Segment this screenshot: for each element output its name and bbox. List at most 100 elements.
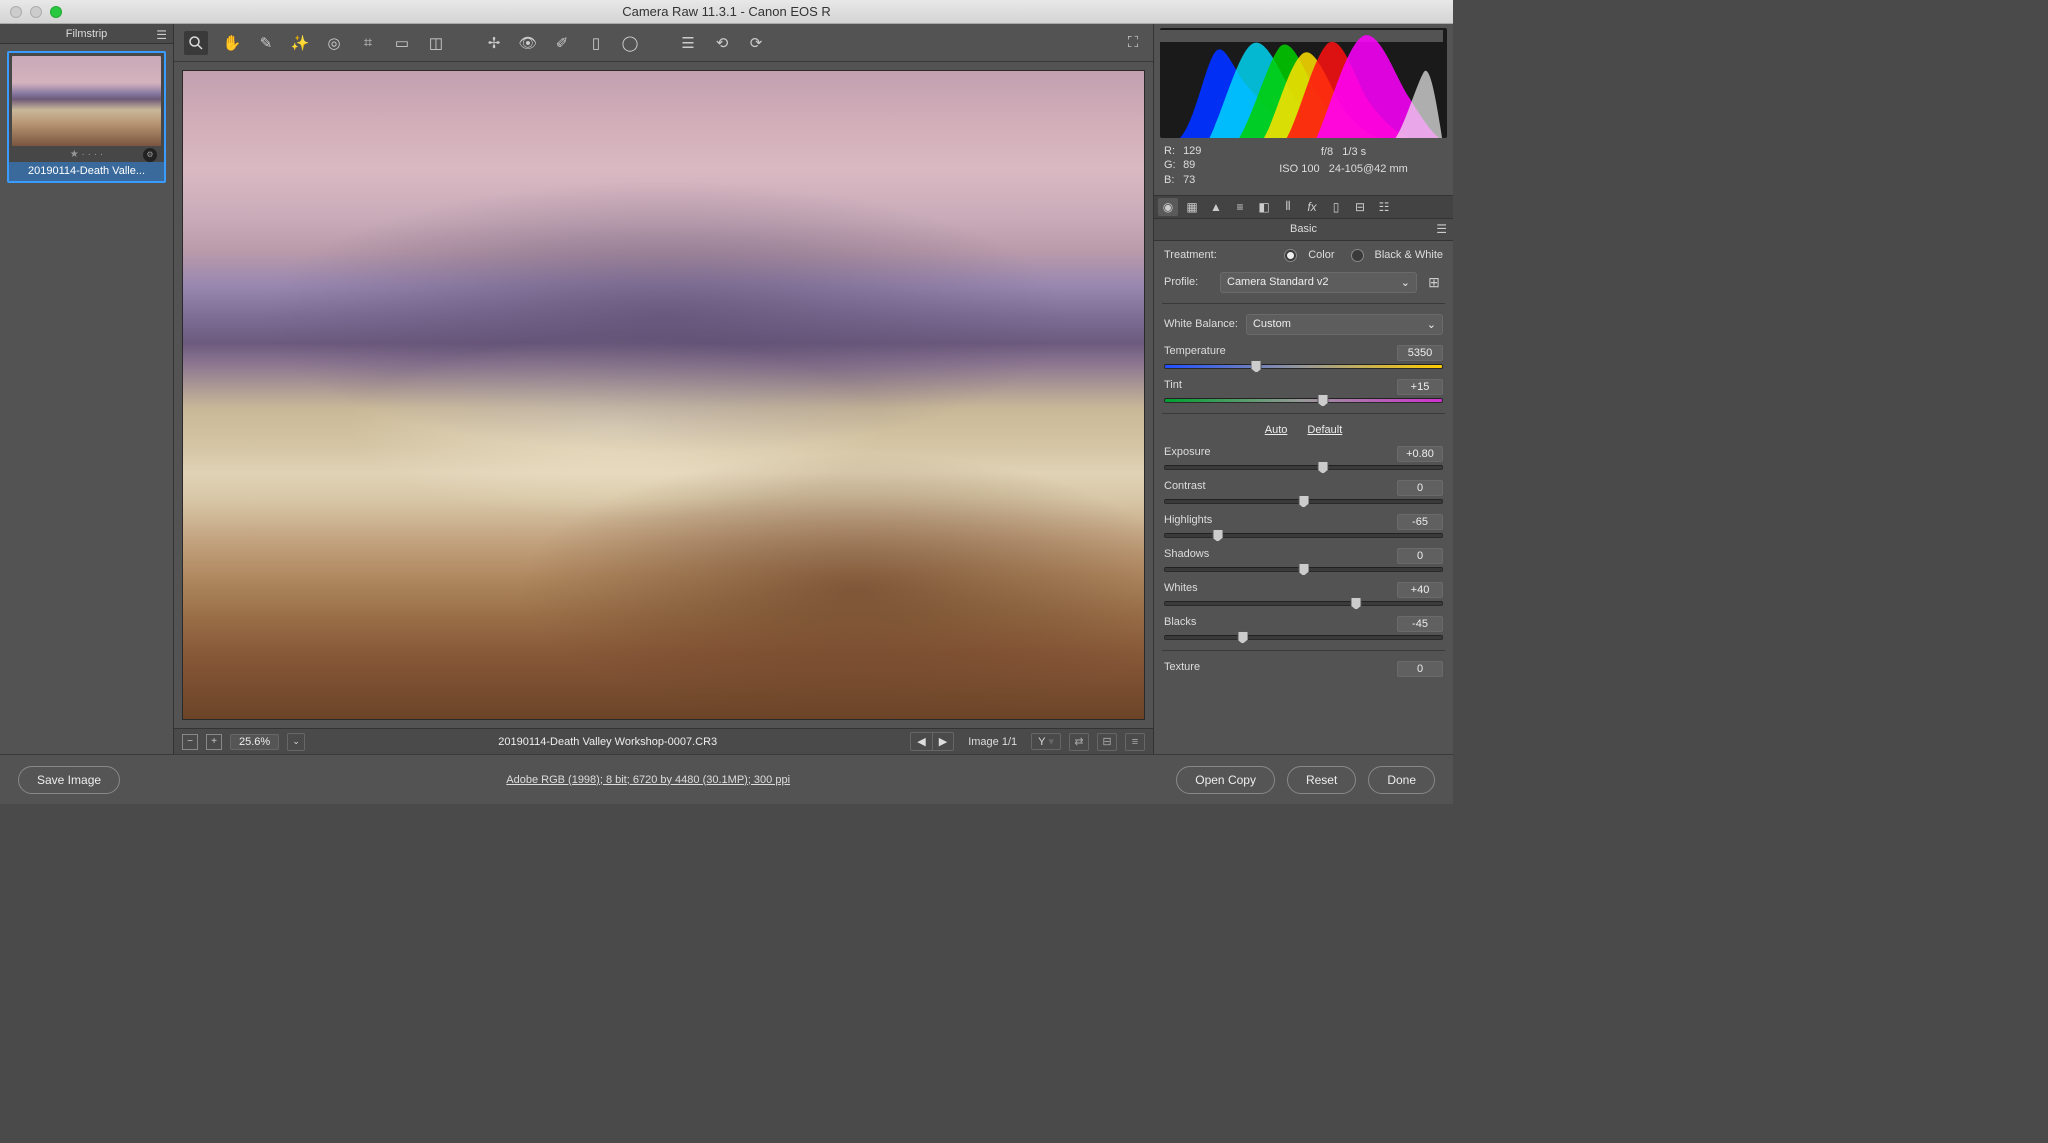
spot-removal-tool-icon[interactable]: ✢: [484, 33, 504, 53]
auto-button[interactable]: Auto: [1265, 424, 1288, 436]
exposure-value[interactable]: +0.80: [1397, 446, 1443, 462]
highlights-slider[interactable]: [1164, 533, 1443, 538]
shadows-slider[interactable]: [1164, 567, 1443, 572]
blacks-label: Blacks: [1164, 616, 1196, 632]
done-button[interactable]: Done: [1368, 766, 1435, 794]
contrast-label: Contrast: [1164, 480, 1206, 496]
image-counter: Image 1/1: [968, 736, 1017, 748]
whites-value[interactable]: +40: [1397, 582, 1443, 598]
blacks-value[interactable]: -45: [1397, 616, 1443, 632]
radial-filter-tool-icon[interactable]: ◯: [620, 33, 640, 53]
blacks-slider[interactable]: [1164, 635, 1443, 640]
white-balance-tool-icon[interactable]: ✎: [256, 33, 276, 53]
temperature-value[interactable]: 5350: [1397, 345, 1443, 361]
readouts: R: 129 G: 89 B: 73 f/8 1/3 s ISO 100 24-…: [1154, 140, 1453, 195]
panel-header: Basic ☰: [1154, 219, 1453, 241]
tab-calibration-icon[interactable]: ▯: [1326, 198, 1346, 216]
thumbnail[interactable]: ★ · · · · ⚙ 20190114-Death Valle...: [7, 51, 166, 183]
zoom-out-button[interactable]: −: [182, 734, 198, 750]
texture-value[interactable]: 0: [1397, 661, 1443, 677]
red-eye-tool-icon[interactable]: 👁: [518, 33, 538, 53]
treatment-bw-radio[interactable]: [1351, 249, 1364, 262]
tab-presets-icon[interactable]: ⊟: [1350, 198, 1370, 216]
adjustment-brush-tool-icon[interactable]: ✐: [552, 33, 572, 53]
tab-lens-corrections-icon[interactable]: ⦀: [1278, 198, 1298, 216]
preview-image: [182, 70, 1145, 720]
exposure-slider[interactable]: [1164, 465, 1443, 470]
close-window-button[interactable]: [10, 6, 22, 18]
treatment-color-radio[interactable]: [1284, 249, 1297, 262]
tab-hsl-icon[interactable]: ≡: [1230, 198, 1250, 216]
treatment-bw-label[interactable]: Black & White: [1375, 249, 1443, 261]
copy-settings-icon[interactable]: ⊟: [1097, 733, 1117, 751]
before-after-button[interactable]: Y▾: [1031, 733, 1061, 750]
status-bar: − + 25.6% ⌄ 20190114-Death Valley Worksh…: [174, 728, 1153, 754]
profile-select[interactable]: Camera Standard v2⌄: [1220, 272, 1417, 293]
white-balance-label: White Balance:: [1164, 318, 1238, 330]
filmstrip-header: Filmstrip ☰: [0, 24, 173, 44]
readout-b: 73: [1183, 173, 1199, 187]
crop-tool-icon[interactable]: ⌗: [358, 33, 378, 53]
targeted-adjustment-tool-icon[interactable]: ◎: [324, 33, 344, 53]
readout-g: 89: [1183, 158, 1199, 172]
preferences-icon[interactable]: ☰: [678, 33, 698, 53]
swap-before-after-icon[interactable]: ⇄: [1069, 733, 1089, 751]
texture-label: Texture: [1164, 661, 1200, 677]
zoom-tool-icon[interactable]: [184, 31, 208, 55]
whites-label: Whites: [1164, 582, 1198, 598]
tab-split-toning-icon[interactable]: ◧: [1254, 198, 1274, 216]
zoom-in-button[interactable]: +: [206, 734, 222, 750]
histogram[interactable]: ▲ ▲: [1160, 28, 1447, 138]
tab-tone-curve-icon[interactable]: ▦: [1182, 198, 1202, 216]
prev-image-button[interactable]: ◀: [911, 733, 932, 750]
highlights-value[interactable]: -65: [1397, 514, 1443, 530]
contrast-slider[interactable]: [1164, 499, 1443, 504]
temperature-slider[interactable]: [1164, 364, 1443, 369]
rotate-right-icon[interactable]: ⟳: [746, 33, 766, 53]
fullscreen-icon[interactable]: ⛶: [1123, 33, 1143, 53]
next-image-button[interactable]: ▶: [933, 733, 953, 750]
shadows-value[interactable]: 0: [1397, 548, 1443, 564]
titlebar: Camera Raw 11.3.1 - Canon EOS R: [0, 0, 1453, 24]
profile-browser-icon[interactable]: ⊞: [1425, 273, 1443, 291]
workflow-options-link[interactable]: Adobe RGB (1998); 8 bit; 6720 by 4480 (3…: [132, 774, 1164, 786]
transform-tool-icon[interactable]: ◫: [426, 33, 446, 53]
straighten-tool-icon[interactable]: ▭: [392, 33, 412, 53]
save-image-button[interactable]: Save Image: [18, 766, 120, 794]
minimize-window-button[interactable]: [30, 6, 42, 18]
contrast-value[interactable]: 0: [1397, 480, 1443, 496]
graduated-filter-tool-icon[interactable]: ▯: [586, 33, 606, 53]
panel-menu-icon[interactable]: ☰: [1436, 222, 1447, 236]
image-canvas[interactable]: [174, 62, 1153, 728]
readout-shutter: 1/3 s: [1342, 146, 1366, 158]
hand-tool-icon[interactable]: ✋: [222, 33, 242, 53]
shadows-label: Shadows: [1164, 548, 1209, 564]
filmstrip-menu-icon[interactable]: ☰: [156, 28, 167, 42]
tab-effects-icon[interactable]: fx: [1302, 198, 1322, 216]
whites-slider[interactable]: [1164, 601, 1443, 606]
tint-label: Tint: [1164, 379, 1182, 395]
temperature-label: Temperature: [1164, 345, 1226, 361]
treatment-color-label[interactable]: Color: [1308, 249, 1334, 261]
color-sampler-tool-icon[interactable]: ✨: [290, 33, 310, 53]
tab-basic-icon[interactable]: ◉: [1158, 198, 1178, 216]
tint-value[interactable]: +15: [1397, 379, 1443, 395]
profile-label: Profile:: [1164, 276, 1212, 288]
default-button[interactable]: Default: [1307, 424, 1342, 436]
zoom-dropdown[interactable]: ⌄: [287, 733, 305, 751]
tab-snapshots-icon[interactable]: ☷: [1374, 198, 1394, 216]
tint-slider[interactable]: [1164, 398, 1443, 403]
open-copy-button[interactable]: Open Copy: [1176, 766, 1275, 794]
panel-tabs: ◉ ▦ ▲ ≡ ◧ ⦀ fx ▯ ⊟ ☷: [1154, 195, 1453, 219]
readout-lens: 24-105@42 mm: [1329, 163, 1408, 175]
zoom-level[interactable]: 25.6%: [230, 734, 279, 750]
tab-detail-icon[interactable]: ▲: [1206, 198, 1226, 216]
white-balance-select[interactable]: Custom⌄: [1246, 314, 1443, 335]
filmstrip-title: Filmstrip: [66, 28, 108, 40]
view-options-icon[interactable]: ≡: [1125, 733, 1145, 751]
reset-button[interactable]: Reset: [1287, 766, 1356, 794]
thumbnail-rating[interactable]: ★ · · · · ⚙: [12, 146, 161, 162]
rotate-left-icon[interactable]: ⟲: [712, 33, 732, 53]
readout-aperture: f/8: [1321, 146, 1333, 158]
zoom-window-button[interactable]: [50, 6, 62, 18]
